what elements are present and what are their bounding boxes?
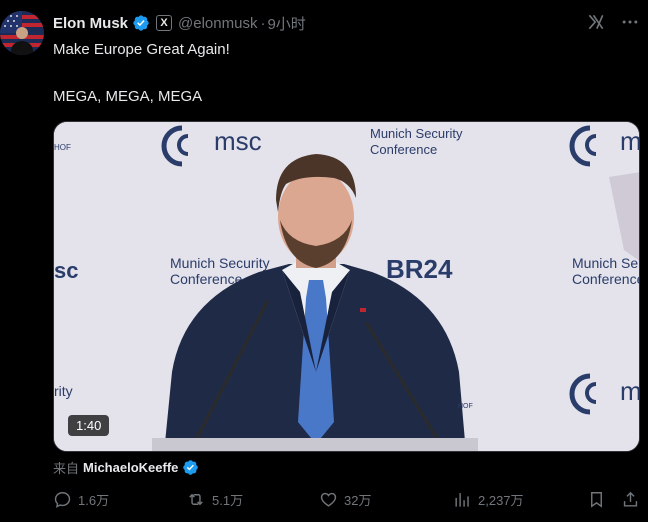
share-icon bbox=[621, 490, 640, 509]
tweet-text-line: MEGA, MEGA, MEGA bbox=[53, 88, 203, 105]
verified-icon bbox=[182, 459, 199, 476]
edge-text: HOF bbox=[54, 143, 71, 152]
repost-count: 5.1万 bbox=[212, 493, 244, 508]
edge-text: rity bbox=[54, 383, 73, 399]
views-icon bbox=[453, 490, 472, 509]
author-name[interactable]: Elon Musk bbox=[53, 15, 128, 32]
source-name[interactable]: MichaeloKeeffe bbox=[83, 460, 178, 475]
attribution: 来自 MichaeloKeeffe bbox=[53, 458, 199, 477]
author-handle[interactable]: @elonmusk bbox=[178, 15, 257, 32]
msc-text: m bbox=[620, 376, 640, 406]
bookmark-icon bbox=[587, 490, 606, 509]
reply-button[interactable]: 1.6万 bbox=[53, 490, 109, 509]
video-duration: 1:40 bbox=[68, 415, 110, 436]
conference-label: Munich Security bbox=[370, 126, 463, 141]
views-button[interactable]: 2,237万 bbox=[453, 490, 524, 509]
action-bar: 1.6万 5.1万 32万 2,237万 bbox=[53, 490, 643, 514]
like-count: 32万 bbox=[344, 493, 372, 508]
tweet-text-line: Make Europe Great Again! bbox=[53, 41, 230, 58]
separator-dot: · bbox=[260, 14, 266, 32]
tweet-text: Make Europe Great Again! MEGA, MEGA, MEG… bbox=[53, 40, 230, 107]
repost-icon bbox=[186, 490, 206, 509]
views-count: 2,237万 bbox=[478, 493, 524, 508]
repost-button[interactable]: 5.1万 bbox=[186, 490, 243, 509]
like-icon bbox=[319, 490, 338, 509]
conference-label: Munich Se bbox=[572, 255, 638, 271]
x-badge-icon: X bbox=[156, 15, 173, 31]
conference-label: Conference bbox=[370, 142, 437, 157]
grok-icon[interactable] bbox=[586, 12, 606, 32]
video-player[interactable]: msc Munich Security Conference m HOF sc … bbox=[53, 121, 640, 452]
tweet-time[interactable]: 9小时 bbox=[267, 13, 305, 34]
msc-text: m bbox=[620, 126, 640, 156]
avatar[interactable] bbox=[0, 11, 44, 55]
bookmark-button[interactable] bbox=[587, 490, 606, 509]
conference-label: Conference bbox=[170, 271, 243, 287]
tweet-header: Elon Musk X @elonmusk · 9小时 bbox=[53, 12, 306, 34]
conference-label: Munich Security bbox=[170, 255, 270, 271]
top-right-controls bbox=[586, 12, 640, 32]
msc-text: sc bbox=[54, 258, 78, 283]
from-label: 来自 bbox=[53, 461, 80, 476]
reply-icon bbox=[53, 490, 72, 509]
br24-logo: BR24 bbox=[386, 254, 453, 284]
podium-tag: HOF bbox=[458, 403, 473, 410]
reply-count: 1.6万 bbox=[78, 493, 110, 508]
like-button[interactable]: 32万 bbox=[319, 490, 371, 509]
conference-label: Conference bbox=[572, 271, 640, 287]
more-icon[interactable] bbox=[620, 12, 640, 32]
verified-icon bbox=[132, 14, 150, 32]
share-button[interactable] bbox=[621, 490, 640, 509]
msc-text: msc bbox=[214, 126, 262, 156]
